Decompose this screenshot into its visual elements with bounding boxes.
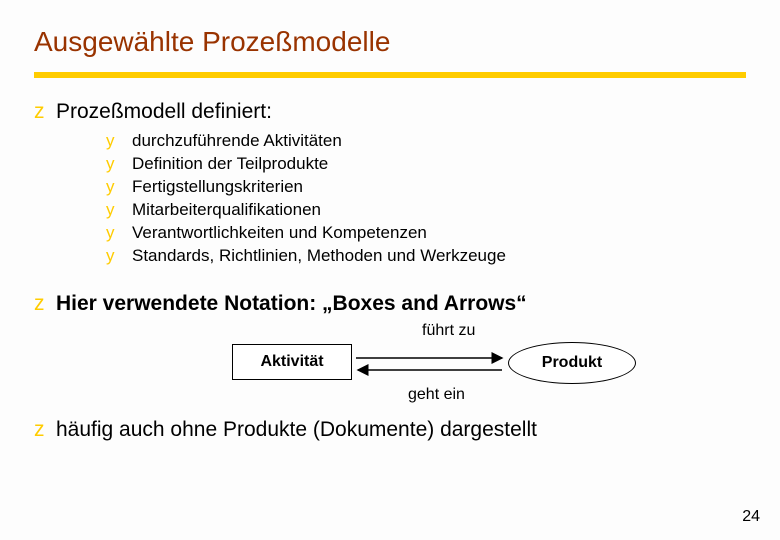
label-leads-to: führt zu (422, 322, 475, 340)
slide-title: Ausgewählte Prozeßmodelle (34, 26, 746, 58)
z-icon: z (34, 100, 56, 124)
sub-text: Mitarbeiterqualifikationen (132, 199, 321, 222)
z-icon: z (34, 418, 56, 442)
sub-item: y Definition der Teilprodukte (106, 153, 746, 176)
y-icon: y (106, 130, 132, 153)
page-number: 24 (742, 508, 760, 526)
bullet-1-sublist: y durchzuführende Aktivitäten y Definiti… (106, 130, 746, 268)
sub-item: y Verantwortlichkeiten und Kompetenzen (106, 222, 746, 245)
sub-item: y durchzuführende Aktivitäten (106, 130, 746, 153)
bullet-1-text: Prozeßmodell definiert: (56, 100, 272, 124)
product-ellipse: Produkt (508, 342, 636, 384)
y-icon: y (106, 199, 132, 222)
bullet-2-text: Hier verwendete Notation: „Boxes and Arr… (56, 292, 527, 316)
bullet-3-text: häufig auch ohne Produkte (Dokumente) da… (56, 418, 537, 442)
slide: Ausgewählte Prozeßmodelle z Prozeßmodell… (0, 0, 780, 540)
y-icon: y (106, 245, 132, 268)
title-divider (34, 72, 746, 78)
arrows-icon (352, 350, 508, 378)
boxes-and-arrows-diagram: führt zu Aktivität Produkt geht ein (164, 322, 724, 408)
y-icon: y (106, 153, 132, 176)
sub-text: Verantwortlichkeiten und Kompetenzen (132, 222, 427, 245)
bullet-1: z Prozeßmodell definiert: (34, 100, 746, 124)
y-icon: y (106, 222, 132, 245)
bullet-3: z häufig auch ohne Produkte (Dokumente) … (34, 418, 746, 442)
sub-item: y Mitarbeiterqualifikationen (106, 199, 746, 222)
sub-text: Definition der Teilprodukte (132, 153, 328, 176)
sub-item: y Standards, Richtlinien, Methoden und W… (106, 245, 746, 268)
sub-item: y Fertigstellungskriterien (106, 176, 746, 199)
bullet-2: z Hier verwendete Notation: „Boxes and A… (34, 292, 746, 316)
y-icon: y (106, 176, 132, 199)
sub-text: durchzuführende Aktivitäten (132, 130, 342, 153)
label-enters: geht ein (408, 386, 465, 404)
sub-text: Standards, Richtlinien, Methoden und Wer… (132, 245, 506, 268)
sub-text: Fertigstellungskriterien (132, 176, 303, 199)
activity-box: Aktivität (232, 344, 352, 380)
z-icon: z (34, 292, 56, 316)
